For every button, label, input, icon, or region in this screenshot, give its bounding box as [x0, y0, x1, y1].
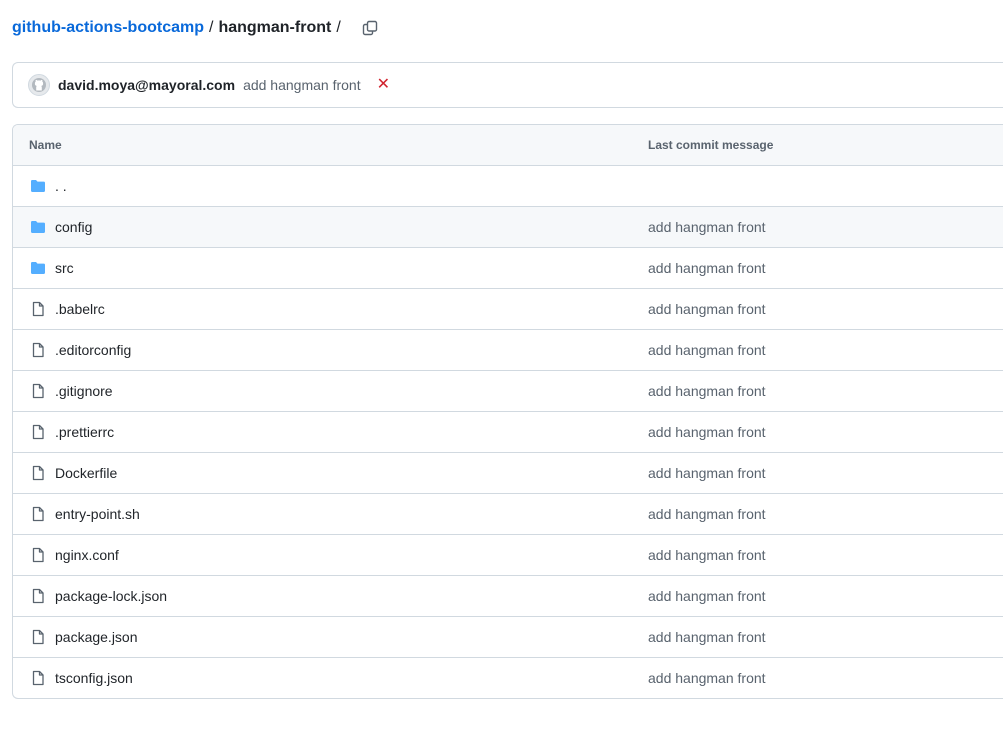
folder-icon [31, 262, 45, 274]
file-link[interactable]: .gitignore [55, 383, 113, 399]
row-commit-message-link[interactable]: add hangman front [648, 588, 766, 604]
table-row[interactable]: tsconfig.json add hangman front [13, 658, 1003, 698]
file-icon [32, 424, 44, 440]
table-row[interactable]: config add hangman front [13, 207, 1003, 248]
table-row[interactable]: .babelrc add hangman front [13, 289, 1003, 330]
row-commit-message-link[interactable]: add hangman front [648, 629, 766, 645]
row-commit-message-link[interactable]: add hangman front [648, 219, 766, 235]
file-link[interactable]: tsconfig.json [55, 670, 133, 686]
file-link[interactable]: .editorconfig [55, 342, 131, 358]
row-commit-message-link[interactable]: add hangman front [648, 342, 766, 358]
avatar[interactable] [28, 74, 50, 96]
file-icon-wrap [29, 546, 47, 564]
row-commit-message-link[interactable]: add hangman front [648, 506, 766, 522]
file-icon [32, 301, 44, 317]
file-icon-wrap [29, 505, 47, 523]
file-link[interactable]: .babelrc [55, 301, 105, 317]
breadcrumb-separator: / [208, 19, 214, 36]
column-header-last-commit-message: Last commit message [648, 138, 774, 152]
row-commit-message-link[interactable]: add hangman front [648, 301, 766, 317]
file-link[interactable]: .prettierrc [55, 424, 114, 440]
latest-commit-bar: david.moya@mayoral.com add hangman front… [12, 62, 1003, 108]
file-link[interactable]: Dockerfile [55, 465, 117, 481]
folder-link[interactable]: config [55, 219, 92, 235]
table-row[interactable]: Dockerfile add hangman front [13, 453, 1003, 494]
row-commit-message-link[interactable]: add hangman front [648, 424, 766, 440]
row-commit-message-link[interactable]: add hangman front [648, 260, 766, 276]
breadcrumb-trailing-separator: / [336, 19, 341, 36]
file-icon-wrap [29, 423, 47, 441]
parent-directory-link[interactable]: . . [55, 178, 67, 194]
folder-icon-wrap [29, 177, 47, 195]
file-icon [32, 588, 44, 604]
folder-icon-wrap [29, 218, 47, 236]
breadcrumb: github-actions-bootcamp / hangman-front … [12, 16, 382, 40]
commit-message[interactable]: add hangman front [243, 77, 361, 93]
x-icon[interactable]: ✕ [377, 77, 390, 93]
github-octocat-icon [32, 78, 46, 92]
row-commit-message-link[interactable]: add hangman front [648, 465, 766, 481]
table-row[interactable]: .gitignore add hangman front [13, 371, 1003, 412]
file-link[interactable]: package-lock.json [55, 588, 167, 604]
breadcrumb-current-directory: hangman-front [218, 19, 332, 36]
table-row[interactable]: .editorconfig add hangman front [13, 330, 1003, 371]
row-commit-message-link[interactable]: add hangman front [648, 547, 766, 563]
file-link[interactable]: package.json [55, 629, 138, 645]
row-commit-message-link[interactable]: add hangman front [648, 670, 766, 686]
folder-icon [31, 221, 45, 233]
file-link[interactable]: nginx.conf [55, 547, 119, 563]
file-icon [32, 629, 44, 645]
file-icon [32, 670, 44, 686]
file-icon [32, 465, 44, 481]
file-icon-wrap [29, 341, 47, 359]
file-icon [32, 342, 44, 358]
file-icon-wrap [29, 300, 47, 318]
commit-author[interactable]: david.moya@mayoral.com [58, 77, 235, 93]
copy-icon [362, 20, 377, 36]
file-icon [32, 547, 44, 563]
file-icon-wrap [29, 587, 47, 605]
file-icon [32, 383, 44, 399]
parent-directory-row[interactable]: . . [13, 166, 1003, 207]
table-row[interactable]: nginx.conf add hangman front [13, 535, 1003, 576]
table-row[interactable]: .prettierrc add hangman front [13, 412, 1003, 453]
file-icon-wrap [29, 464, 47, 482]
copy-path-button[interactable] [358, 16, 382, 40]
folder-icon-wrap [29, 259, 47, 277]
column-header-name: Name [29, 138, 62, 152]
row-commit-message-link[interactable]: add hangman front [648, 383, 766, 399]
file-icon-wrap [29, 669, 47, 687]
file-icon-wrap [29, 628, 47, 646]
file-table: Name Last commit message . . config add ha… [12, 124, 1003, 699]
table-row[interactable]: src add hangman front [13, 248, 1003, 289]
file-icon [32, 506, 44, 522]
breadcrumb-repo-link[interactable]: github-actions-bootcamp [12, 19, 204, 37]
table-header: Name Last commit message [13, 125, 1003, 166]
folder-link[interactable]: src [55, 260, 74, 276]
table-row[interactable]: package-lock.json add hangman front [13, 576, 1003, 617]
file-icon-wrap [29, 382, 47, 400]
folder-icon [31, 180, 45, 192]
table-row[interactable]: package.json add hangman front [13, 617, 1003, 658]
file-link[interactable]: entry-point.sh [55, 506, 140, 522]
table-row[interactable]: entry-point.sh add hangman front [13, 494, 1003, 535]
